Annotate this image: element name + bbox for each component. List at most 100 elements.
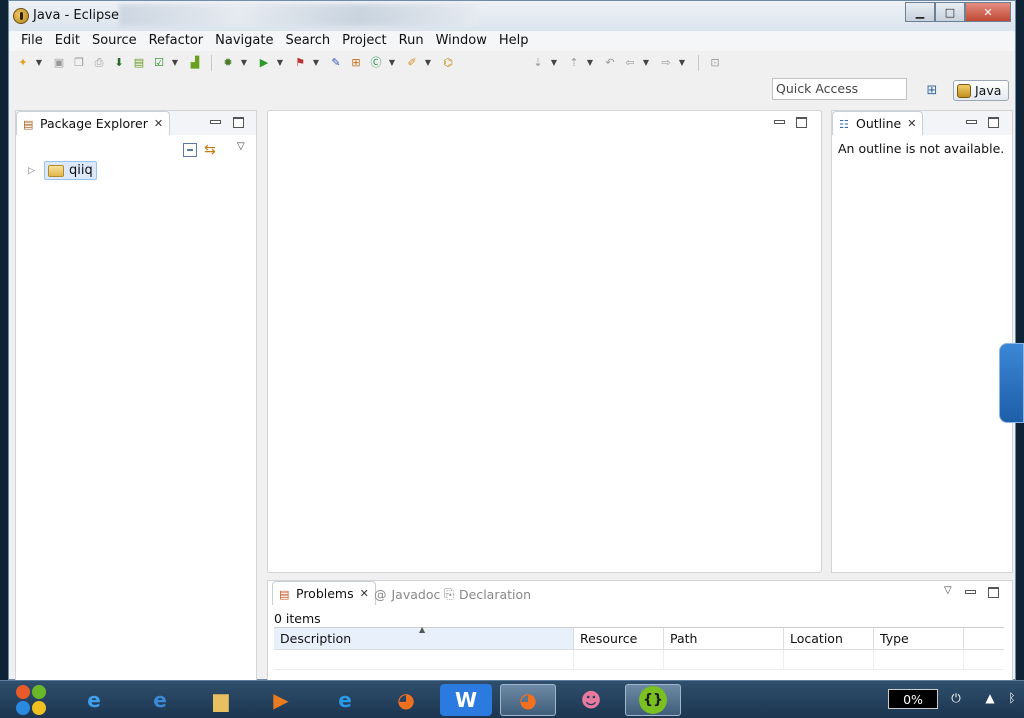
next-annotation-dropdown-icon[interactable]: ▼ bbox=[550, 55, 558, 71]
new-android-icon[interactable]: ▟ bbox=[187, 55, 203, 71]
skip-breakpoints-icon[interactable]: ✎ bbox=[328, 55, 344, 71]
minimize-outline-icon[interactable] bbox=[965, 117, 977, 128]
previous-annotation-icon[interactable]: ⇡ bbox=[566, 55, 582, 71]
column-path[interactable]: Path bbox=[664, 628, 784, 649]
search-icon[interactable]: ✐ bbox=[404, 55, 420, 71]
menu-refactor[interactable]: Refactor bbox=[143, 31, 210, 51]
problems-icon: ▤ bbox=[279, 587, 290, 601]
browser-active-taskbar-icon[interactable]: ◕ bbox=[500, 684, 556, 716]
problems-tabbar: ▤ Problems ✕ @ Javadoc ⎘ Declaration ▽ bbox=[268, 581, 1012, 605]
new-package-icon[interactable]: ⊞ bbox=[348, 55, 364, 71]
maximize-outline-icon[interactable] bbox=[988, 117, 999, 128]
project-node[interactable]: qiiq bbox=[44, 161, 97, 180]
menu-search[interactable]: Search bbox=[279, 31, 336, 51]
menu-project[interactable]: Project bbox=[336, 31, 392, 51]
power-plug-icon[interactable]: ⏻ bbox=[948, 691, 964, 707]
java-perspective-button[interactable]: Java bbox=[953, 80, 1009, 101]
wps-taskbar-icon[interactable]: W bbox=[440, 684, 492, 716]
column-type[interactable]: Type bbox=[874, 628, 964, 649]
editor-area[interactable] bbox=[267, 110, 822, 573]
next-annotation-icon[interactable]: ⇣ bbox=[530, 55, 546, 71]
new-dropdown-icon[interactable]: ▼ bbox=[35, 55, 43, 71]
close-button[interactable]: ✕ bbox=[965, 2, 1011, 22]
browser-taskbar-icon[interactable]: ◕ bbox=[378, 684, 434, 716]
new-class-icon[interactable]: Ⓒ bbox=[368, 55, 384, 71]
maximize-problems-icon[interactable] bbox=[988, 587, 999, 598]
minimize-editor-icon[interactable] bbox=[773, 117, 785, 128]
back-dropdown-icon[interactable]: ▼ bbox=[642, 55, 650, 71]
menu-help[interactable]: Help bbox=[493, 31, 535, 51]
new-icon[interactable]: ✦ bbox=[15, 55, 31, 71]
save-icon[interactable]: ▣ bbox=[51, 55, 67, 71]
new-class-dropdown-icon[interactable]: ▼ bbox=[388, 55, 396, 71]
bluetooth-icon[interactable]: ᛒ bbox=[1004, 691, 1020, 707]
link-with-editor-icon[interactable]: ⇆ bbox=[204, 142, 220, 158]
code-editor-taskbar-icon[interactable]: {} bbox=[625, 684, 681, 716]
ie-taskbar-icon[interactable]: e bbox=[66, 684, 122, 716]
debug-icon[interactable]: ✹ bbox=[220, 55, 236, 71]
run-dropdown-icon[interactable]: ▼ bbox=[276, 55, 284, 71]
forward-icon[interactable]: ⇨ bbox=[658, 55, 674, 71]
file-explorer-taskbar-icon[interactable]: ▆ bbox=[193, 684, 249, 716]
tab-outline[interactable]: ☷ Outline ✕ bbox=[832, 111, 924, 135]
problems-view-menu-icon[interactable]: ▽ bbox=[944, 585, 954, 596]
tab-package-explorer[interactable]: ▤ Package Explorer ✕ bbox=[16, 111, 171, 135]
previous-annotation-dropdown-icon[interactable]: ▼ bbox=[586, 55, 594, 71]
menu-window[interactable]: Window bbox=[430, 31, 493, 51]
tree-row[interactable]: ▷ qiiq bbox=[28, 161, 97, 180]
title-blur-overlay bbox=[119, 4, 479, 26]
show-hidden-icons-icon[interactable]: ▲ bbox=[982, 691, 998, 707]
menu-file[interactable]: File bbox=[15, 31, 49, 51]
expand-arrow-icon[interactable]: ▷ bbox=[28, 166, 38, 176]
close-outline-icon[interactable]: ✕ bbox=[907, 117, 916, 130]
task-dropdown-icon[interactable]: ▼ bbox=[171, 55, 179, 71]
close-problems-icon[interactable]: ✕ bbox=[360, 587, 369, 600]
items-count: 0 items bbox=[274, 611, 321, 626]
download-icon[interactable]: ⬇ bbox=[111, 55, 127, 71]
maximize-view-icon[interactable] bbox=[233, 117, 244, 128]
collapse-all-icon[interactable] bbox=[183, 143, 197, 157]
project-folder-icon bbox=[48, 164, 64, 177]
print-icon[interactable]: ⎙ bbox=[91, 55, 107, 71]
tab-javadoc[interactable]: @ Javadoc bbox=[374, 583, 440, 605]
open-perspective-icon[interactable]: ⊞ bbox=[922, 80, 942, 100]
ie3-taskbar-icon[interactable]: e bbox=[317, 684, 373, 716]
title-bar[interactable]: Java - Eclipse ▁ □ ✕ bbox=[9, 1, 1015, 31]
external-tools-dropdown-icon[interactable]: ▼ bbox=[312, 55, 320, 71]
tab-problems[interactable]: ▤ Problems ✕ bbox=[272, 581, 376, 605]
run-icon[interactable]: ▶ bbox=[256, 55, 272, 71]
menu-edit[interactable]: Edit bbox=[49, 31, 86, 51]
external-tools-icon[interactable]: ⚑ bbox=[292, 55, 308, 71]
column-resource[interactable]: Resource bbox=[574, 628, 664, 649]
search-dropdown-icon[interactable]: ▼ bbox=[424, 55, 432, 71]
last-edit-location-icon[interactable]: ↶ bbox=[602, 55, 618, 71]
close-tab-icon[interactable]: ✕ bbox=[154, 117, 163, 130]
minimize-button[interactable]: ▁ bbox=[905, 2, 935, 22]
back-icon[interactable]: ⇦ bbox=[622, 55, 638, 71]
menu-navigate[interactable]: Navigate bbox=[209, 31, 279, 51]
battery-indicator[interactable]: 0% bbox=[888, 689, 938, 709]
ie2-taskbar-icon[interactable]: e bbox=[132, 684, 188, 716]
column-description[interactable]: ▲ Description bbox=[274, 625, 574, 649]
quick-access-input[interactable]: Quick Access bbox=[772, 78, 907, 100]
start-orb-icon[interactable] bbox=[14, 683, 50, 718]
menu-run[interactable]: Run bbox=[393, 31, 430, 51]
tab-declaration[interactable]: ⎘ Declaration bbox=[444, 583, 531, 605]
open-type-icon[interactable]: ⌬ bbox=[440, 55, 456, 71]
android-sdk-icon[interactable]: ▤ bbox=[131, 55, 147, 71]
view-menu-icon[interactable]: ▽ bbox=[237, 141, 247, 152]
pin-editor-icon[interactable]: ⊡ bbox=[707, 55, 723, 71]
maximize-button[interactable]: □ bbox=[935, 2, 965, 22]
forward-dropdown-icon[interactable]: ▼ bbox=[678, 55, 686, 71]
debug-dropdown-icon[interactable]: ▼ bbox=[240, 55, 248, 71]
save-all-icon[interactable]: ❐ bbox=[71, 55, 87, 71]
checkbox-task-icon[interactable]: ☑ bbox=[151, 55, 167, 71]
column-location[interactable]: Location bbox=[784, 628, 874, 649]
menu-source[interactable]: Source bbox=[86, 31, 143, 51]
maximize-editor-icon[interactable] bbox=[796, 117, 807, 128]
floating-sidebar-widget[interactable] bbox=[999, 343, 1024, 423]
minimize-problems-icon[interactable] bbox=[964, 587, 976, 598]
minimize-view-icon[interactable] bbox=[209, 117, 221, 128]
media-player-taskbar-icon[interactable]: ▶ bbox=[253, 684, 309, 716]
qq-taskbar-icon[interactable]: ☻ bbox=[563, 684, 619, 716]
